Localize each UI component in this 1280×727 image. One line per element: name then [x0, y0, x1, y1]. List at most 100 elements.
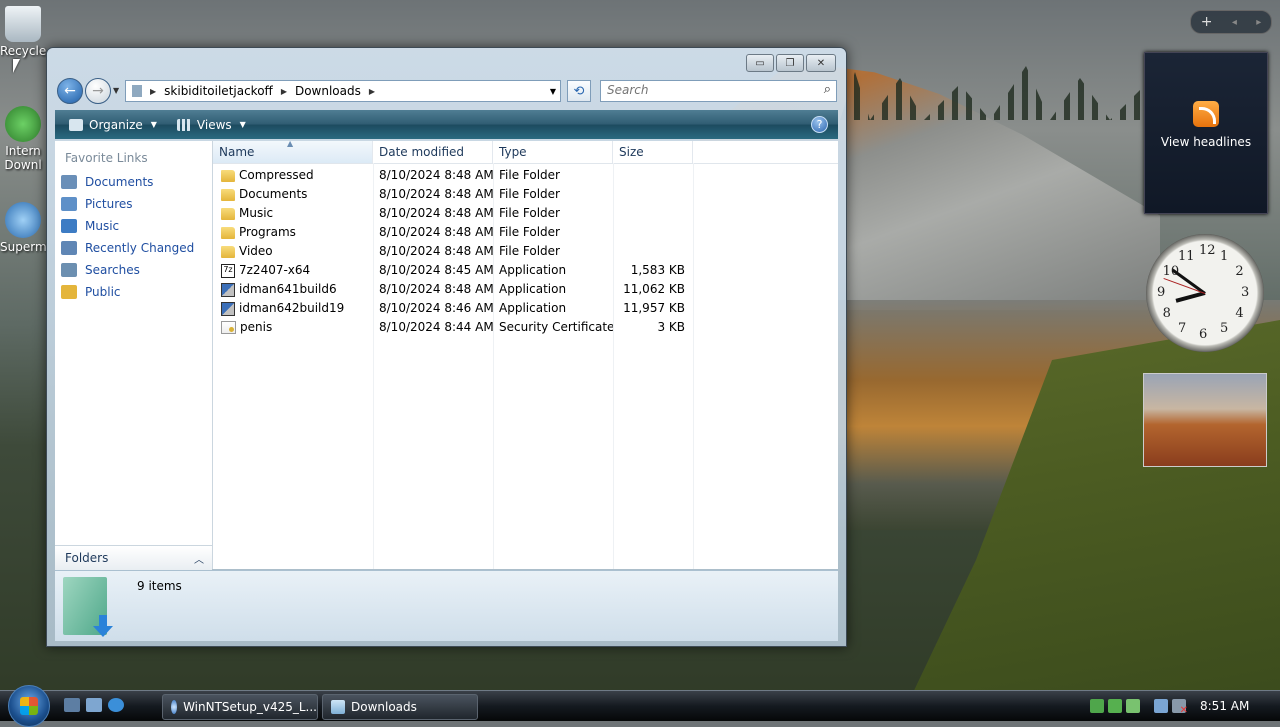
refresh-button[interactable]: ⟲	[567, 80, 591, 102]
address-dropdown-icon[interactable]: ▼	[550, 87, 556, 96]
tray-clock[interactable]: 8:51 AM	[1200, 699, 1249, 713]
navigation-pane: Favorite Links Documents Pictures Music Rec…	[55, 141, 213, 569]
file-row[interactable]: 7z 7z2407-x64 8/10/2024 8:45 AM Application…	[213, 261, 693, 280]
favorite-link-music[interactable]: Music	[55, 215, 212, 237]
forward-arrow-icon: →	[92, 83, 104, 99]
taskbar-button-downloads[interactable]: Downloads	[322, 694, 478, 720]
network-icon[interactable]	[1154, 699, 1168, 713]
public-icon	[61, 285, 77, 299]
column-header-name[interactable]: ▲ Name	[213, 139, 373, 163]
file-size-cell	[613, 223, 693, 242]
file-type-cell: File Folder	[499, 225, 560, 239]
internet-explorer-icon[interactable]	[108, 698, 124, 712]
show-desktop-icon[interactable]	[64, 698, 80, 712]
desktop-icon-label: Intern	[5, 144, 41, 158]
organize-label: Organize	[89, 117, 143, 132]
navigation-bar: ← → ▼ ▶ skibiditoiletjackoff ▶ Downloads…	[55, 78, 838, 104]
breadcrumb-downloads[interactable]: Downloads	[295, 84, 361, 98]
next-icon[interactable]: ▸	[1256, 17, 1261, 28]
breadcrumb-separator-icon[interactable]: ▶	[281, 87, 287, 96]
sidebar-controls[interactable]: + ◂ ▸	[1190, 10, 1272, 34]
recent-pages-dropdown[interactable]: ▼	[113, 86, 119, 95]
file-type-cell: File Folder	[499, 187, 560, 201]
taskbar-button-winntsetup[interactable]: WinNTSetup_v425_L...	[162, 694, 318, 720]
file-rows: Compressed 8/10/2024 8:48 AM File Folder Do…	[213, 166, 693, 337]
item-count: 9 items	[137, 579, 182, 593]
clock-number: 11	[1178, 248, 1195, 264]
application-icon	[221, 282, 235, 297]
superm-icon	[5, 202, 41, 238]
folders-toggle[interactable]: Folders ︿	[55, 545, 212, 570]
file-row[interactable]: Documents 8/10/2024 8:48 AM File Folder	[213, 185, 693, 204]
winntsetup-icon	[171, 700, 178, 714]
back-arrow-icon: ←	[64, 83, 76, 99]
organize-button[interactable]: Organize ▼	[63, 116, 163, 134]
file-row[interactable]: Video 8/10/2024 8:48 AM File Folder	[213, 242, 693, 261]
address-bar[interactable]: ▶ skibiditoiletjackoff ▶ Downloads ▶ ▼	[125, 80, 561, 102]
file-row[interactable]: penis 8/10/2024 8:44 AM Security Certifica…	[213, 318, 693, 337]
network-download-icon[interactable]	[1090, 699, 1104, 713]
close-button[interactable]: ✕	[806, 54, 836, 72]
views-button[interactable]: Views ▼	[171, 116, 252, 134]
file-row[interactable]: Compressed 8/10/2024 8:48 AM File Folder	[213, 166, 693, 185]
safely-remove-icon[interactable]	[1126, 699, 1140, 713]
column-headers: ▲ Name Date modified Type Size	[213, 139, 838, 164]
windows-sidebar: + ◂ ▸ View headlines 12 1 2 3 4 5 6 7 8 9 10 11	[1140, 0, 1280, 690]
search-input[interactable]	[601, 81, 813, 99]
file-row[interactable]: Music 8/10/2024 8:48 AM File Folder	[213, 204, 693, 223]
column-header-size[interactable]: Size	[613, 141, 693, 163]
desktop-icon-label: Superm	[0, 240, 47, 254]
search-box[interactable]: ⌕	[600, 80, 837, 102]
minimize-button[interactable]: ▭	[746, 54, 774, 72]
favorite-link-searches[interactable]: Searches	[55, 259, 212, 281]
breadcrumb-separator-icon[interactable]: ▶	[150, 87, 156, 96]
rss-icon	[1193, 101, 1219, 127]
views-label: Views	[196, 117, 232, 132]
clock-gadget[interactable]: 12 1 2 3 4 5 6 7 8 9 10 11	[1146, 234, 1264, 352]
clock-number: 8	[1162, 306, 1171, 321]
favorite-link-recently-changed[interactable]: Recently Changed	[55, 237, 212, 259]
maximize-button[interactable]: ❐	[776, 54, 804, 72]
favorite-link-pictures[interactable]: Pictures	[55, 193, 212, 215]
column-header-date-modified[interactable]: Date modified	[373, 141, 493, 163]
favorite-link-documents[interactable]: Documents	[55, 171, 212, 193]
search-icon[interactable]: ⌕	[824, 82, 831, 97]
file-date-cell: 8/10/2024 8:48 AM	[379, 244, 493, 258]
file-row[interactable]: idman641build6 8/10/2024 8:48 AM Applicati…	[213, 280, 693, 299]
file-list: ▲ Name Date modified Type Size Compresse…	[213, 139, 838, 569]
help-button[interactable]: ?	[811, 116, 828, 133]
folder-icon	[221, 226, 235, 239]
file-type-cell: Application	[499, 263, 567, 277]
file-row[interactable]: idman642build19 8/10/2024 8:46 AM Applicat…	[213, 299, 693, 318]
desktop-icon-superm[interactable]: Superm	[0, 198, 47, 254]
file-name: Video	[239, 244, 273, 258]
system-tray: ✕ 8:51 AM	[1090, 691, 1280, 721]
add-gadget-icon[interactable]: +	[1201, 14, 1213, 30]
file-size-cell: 11,957 KB	[623, 301, 685, 315]
switch-windows-icon[interactable]	[86, 698, 102, 712]
slideshow-gadget[interactable]	[1143, 373, 1267, 467]
start-button[interactable]	[8, 685, 50, 727]
file-name-cell: Programs	[213, 223, 373, 242]
file-name-cell: idman642build19	[213, 299, 373, 318]
file-name-cell: penis	[213, 318, 373, 337]
tray-app-icon[interactable]	[1108, 699, 1122, 713]
file-row[interactable]: Programs 8/10/2024 8:48 AM File Folder	[213, 223, 693, 242]
explorer-window[interactable]: ▭ ❐ ✕ ← → ▼ ▶ skibiditoiletjackoff ▶ Dow…	[46, 47, 847, 647]
volume-muted-icon[interactable]: ✕	[1172, 699, 1188, 716]
breadcrumb-user-folder[interactable]: skibiditoiletjackoff	[164, 84, 273, 98]
desktop-icon-recycle-bin[interactable]: Recycle	[0, 2, 46, 58]
column-header-type[interactable]: Type	[493, 141, 613, 163]
feed-headlines-gadget[interactable]: View headlines	[1144, 52, 1268, 214]
breadcrumb-separator-icon[interactable]: ▶	[369, 87, 375, 96]
clock-minute-hand	[1171, 268, 1206, 295]
desktop-icon-internet-download[interactable]: Intern Downl	[0, 102, 46, 172]
forward-button[interactable]: →	[85, 78, 111, 104]
previous-icon[interactable]: ◂	[1232, 17, 1237, 28]
back-button[interactable]: ←	[57, 78, 83, 104]
file-date-cell: 8/10/2024 8:48 AM	[379, 225, 493, 239]
clock-number: 5	[1220, 321, 1229, 337]
clock-number: 6	[1199, 327, 1208, 342]
favorite-link-public[interactable]: Public	[55, 281, 212, 303]
searches-icon	[61, 263, 77, 277]
